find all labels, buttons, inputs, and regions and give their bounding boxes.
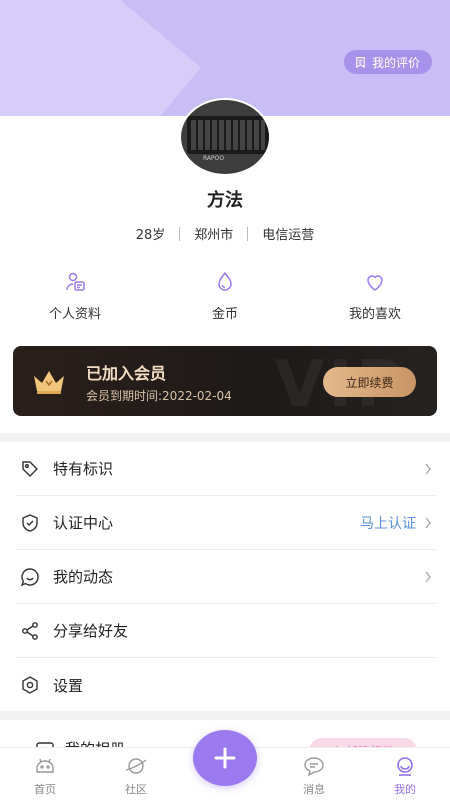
menu-item-label: 分享给好友 bbox=[53, 622, 129, 640]
quick-action-profile[interactable]: 个人资料 bbox=[0, 270, 150, 322]
tab-messages[interactable]: 消息 bbox=[279, 754, 349, 797]
shield-check-icon bbox=[22, 513, 38, 532]
tab-community[interactable]: 社区 bbox=[101, 754, 171, 797]
user-info-row: 28岁 郑州市 电信运营 bbox=[0, 224, 450, 243]
verify-now-link[interactable]: 马上认证 bbox=[360, 513, 416, 533]
quick-action-label: 金币 bbox=[211, 307, 238, 322]
tag-icon bbox=[22, 460, 38, 477]
menu-item-label: 我的动态 bbox=[53, 568, 114, 586]
profile-mascot-icon bbox=[397, 757, 413, 776]
menu-item-settings[interactable]: 设置 bbox=[16, 658, 436, 712]
header-decor bbox=[0, 0, 201, 116]
message-bubble-icon bbox=[304, 757, 324, 777]
section-divider bbox=[0, 433, 450, 442]
chevron-right-icon bbox=[425, 463, 431, 474]
user-job: 电信运营 bbox=[262, 228, 315, 243]
planet-icon bbox=[125, 758, 147, 774]
heart-icon bbox=[367, 275, 383, 291]
renew-button[interactable]: 立即续费 bbox=[323, 367, 416, 397]
quick-actions: 个人资料 金币 我的喜欢 bbox=[0, 270, 450, 322]
chevron-right-icon bbox=[425, 571, 431, 582]
plus-icon bbox=[214, 747, 236, 769]
menu-item-label: 设置 bbox=[53, 676, 84, 695]
tab-label: 社区 bbox=[125, 783, 147, 796]
user-name: 方法 bbox=[207, 190, 243, 211]
menu-item-moments[interactable]: 我的动态 bbox=[16, 550, 436, 604]
menu-item-label: 特有标识 bbox=[53, 460, 114, 478]
review-icon bbox=[356, 56, 365, 68]
settings-menu: 特有标识 认证中心 马上认证 我的动态 分享给好友 设置 bbox=[0, 442, 450, 712]
quick-action-label: 我的喜欢 bbox=[348, 307, 401, 322]
vip-title: 已加入会员 bbox=[86, 364, 167, 383]
info-divider bbox=[179, 226, 181, 241]
home-mascot-icon bbox=[36, 758, 54, 773]
chevron-right-icon bbox=[425, 517, 431, 528]
info-divider bbox=[247, 226, 249, 241]
quick-action-label: 个人资料 bbox=[48, 307, 101, 322]
tab-label: 我的 bbox=[394, 783, 416, 796]
menu-item-verification[interactable]: 认证中心 马上认证 bbox=[16, 496, 436, 550]
tab-home[interactable]: 首页 bbox=[10, 754, 80, 797]
review-label: 我的评价 bbox=[371, 55, 420, 70]
coin-drop-icon bbox=[218, 271, 232, 291]
quick-action-coins[interactable]: 金币 bbox=[150, 270, 300, 322]
tab-label: 消息 bbox=[303, 783, 325, 796]
menu-item-label: 认证中心 bbox=[53, 514, 114, 532]
tab-label: 首页 bbox=[34, 783, 56, 796]
profile-card-icon bbox=[66, 272, 85, 291]
avatar-brand: RAPOO bbox=[203, 155, 225, 162]
chat-smile-icon bbox=[20, 567, 39, 586]
user-city: 郑州市 bbox=[194, 228, 234, 243]
my-review-button[interactable]: 我的评价 bbox=[343, 50, 432, 74]
vip-expire-date: 会员到期时间:2022-02-04 bbox=[86, 389, 232, 403]
section-divider bbox=[0, 711, 450, 720]
crown-icon bbox=[34, 371, 64, 394]
add-post-button[interactable] bbox=[193, 730, 257, 786]
tab-me[interactable]: 我的 bbox=[370, 754, 440, 797]
vip-card[interactable]: VIP 已加入会员 会员到期时间:2022-02-04 立即续费 bbox=[13, 346, 437, 416]
share-icon bbox=[22, 621, 38, 640]
menu-item-share[interactable]: 分享给好友 bbox=[16, 604, 436, 658]
settings-hexagon-icon bbox=[22, 676, 38, 694]
user-age: 28岁 bbox=[135, 228, 166, 243]
menu-item-badge[interactable]: 特有标识 bbox=[16, 442, 436, 496]
quick-action-likes[interactable]: 我的喜欢 bbox=[300, 270, 450, 322]
avatar[interactable]: RAPOO bbox=[179, 98, 271, 176]
